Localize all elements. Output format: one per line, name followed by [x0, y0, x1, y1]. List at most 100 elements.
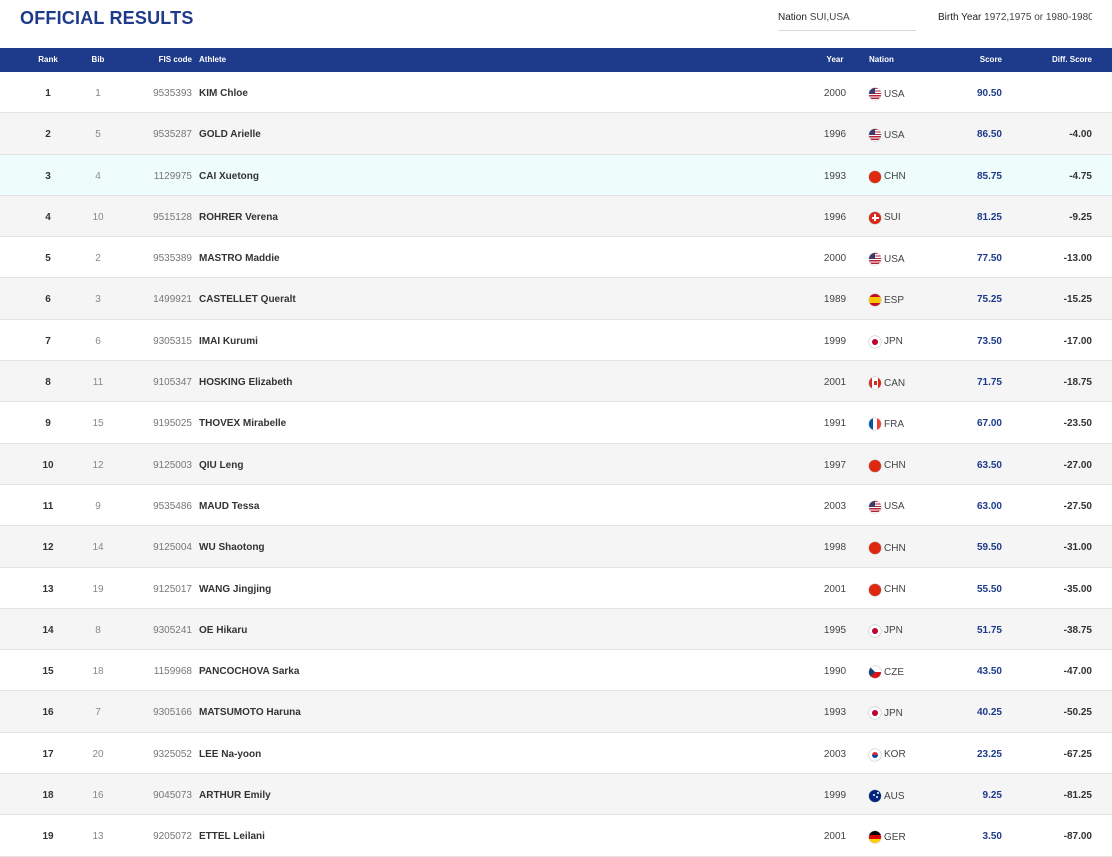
birth-year-cell: 1993: [823, 707, 847, 719]
table-row[interactable]: 5 2 9535389 MASTRO Maddie 2000 USA 77.50 -13.00: [0, 237, 1112, 279]
birth-year-filter[interactable]: Birth Year 1972,1975 or 1980-1980: [938, 12, 1092, 28]
column-header-year[interactable]: Year: [820, 55, 850, 64]
nation-code: GER: [884, 831, 906, 843]
score-cell: 81.25: [976, 211, 1002, 223]
score-cell: 51.75: [976, 624, 1002, 636]
birth-year-cell: 2000: [823, 88, 847, 99]
table-row[interactable]: 8 11 9105347 HOSKING Elizabeth 2001 CAN 71.75 -…: [0, 361, 1112, 403]
athlete-name-link[interactable]: LEE Na-yoon: [199, 749, 261, 760]
athlete-name-link[interactable]: MATSUMOTO Haruna: [199, 707, 301, 718]
athlete-name-link[interactable]: ARTHUR Emily: [199, 790, 271, 801]
birth-year-cell: 2001: [823, 583, 847, 595]
athlete-name-link[interactable]: THOVEX Mirabelle: [199, 418, 286, 429]
results-table-header: Rank Bib FIS code Athlete Year Nation Sc…: [0, 48, 1112, 72]
fis-code-cell: 9045073: [153, 790, 192, 802]
table-row[interactable]: 7 6 9305315 IMAI Kurumi 1999 JPN 73.50 -17.00: [0, 320, 1112, 362]
table-row[interactable]: 17 20 9325052 LEE Na-yoon 2003 KOR 23.25 -67.25: [0, 733, 1112, 775]
table-row[interactable]: 6 3 1499921 CASTELLET Queralt 1989 ESP 75.25 -1…: [0, 278, 1112, 320]
diff-score-cell: -15.25: [1063, 294, 1092, 306]
nation-cell: JPN: [869, 335, 903, 348]
table-row[interactable]: 1 1 9535393 KIM Chloe 2000 USA 90.50: [0, 72, 1112, 114]
nation-code: ESP: [884, 294, 905, 306]
athlete-name-link[interactable]: ROHRER Verena: [199, 212, 278, 223]
birth-year-cell: 1996: [823, 129, 847, 141]
birth-year-filter-value[interactable]: 1972,1975 or 1980-1980: [984, 12, 1092, 23]
score-cell: 86.50: [976, 129, 1002, 141]
birth-year-cell: 1997: [823, 459, 847, 471]
athlete-name-link[interactable]: MASTRO Maddie: [199, 253, 280, 264]
rank-cell: 1: [45, 88, 51, 99]
rank-cell: 17: [42, 748, 54, 760]
rank-cell: 13: [42, 583, 54, 595]
athlete-name-link[interactable]: HOSKING Elizabeth: [199, 377, 292, 388]
japan-flag-icon: [869, 707, 881, 720]
table-row[interactable]: 12 14 9125004 WU Shaotong 1998 CHN 59.50 -31.00: [0, 526, 1112, 568]
birth-year-filter-label: Birth Year: [938, 12, 982, 23]
table-row[interactable]: 19 13 9205072 ETTEL Leilani 2001 GER 3.50 -87.0…: [0, 815, 1112, 857]
table-row[interactable]: 11 9 9535486 MAUD Tessa 2003 USA 63.00 -27.50: [0, 485, 1112, 527]
nation-code: CHN: [884, 542, 906, 554]
column-header-nation[interactable]: Nation: [869, 55, 894, 64]
rank-cell: 11: [42, 500, 54, 512]
column-header-athlete[interactable]: Athlete: [199, 55, 226, 64]
table-row[interactable]: 3 4 1129975 CAI Xuetong 1993 CHN 85.75 -4.75: [0, 154, 1112, 196]
athlete-name-link[interactable]: WU Shaotong: [199, 542, 265, 553]
nation-code: USA: [884, 501, 905, 513]
athlete-name-link[interactable]: IMAI Kurumi: [199, 336, 258, 347]
table-row[interactable]: 9 15 9195025 THOVEX Mirabelle 1991 FRA 67.00 -2…: [0, 402, 1112, 444]
rank-cell: 3: [45, 170, 51, 182]
athlete-name-link[interactable]: OE Hikaru: [199, 625, 247, 636]
diff-score-cell: -81.25: [1063, 790, 1092, 802]
diff-score-cell: -27.00: [1063, 459, 1092, 471]
diff-score-cell: -17.00: [1063, 335, 1092, 347]
nation-cell: FRA: [869, 418, 904, 431]
spain-flag-icon: [869, 294, 881, 307]
nation-cell: USA: [869, 500, 905, 513]
athlete-name-link[interactable]: PANCOCHOVA Sarka: [199, 666, 299, 677]
china-flag-icon: [869, 583, 881, 596]
nation-filter-value[interactable]: SUI,USA: [810, 12, 850, 23]
china-flag-icon: [869, 542, 881, 555]
fis-code-cell: 9535393: [153, 88, 192, 99]
table-row[interactable]: 13 19 9125017 WANG Jingjing 2001 CHN 55.50 -35.…: [0, 568, 1112, 609]
column-header-score[interactable]: Score: [960, 55, 1002, 64]
diff-score-cell: -4.00: [1069, 129, 1092, 141]
birth-year-cell: 1990: [823, 666, 847, 678]
results-table-body: 1 1 9535393 KIM Chloe 2000 USA 90.50 2 5 9535287 G…: [0, 72, 1112, 857]
nation-filter[interactable]: Nation SUI,USA: [778, 12, 916, 31]
athlete-name-link[interactable]: QIU Leng: [199, 460, 243, 471]
column-header-rank[interactable]: Rank: [33, 55, 63, 64]
birth-year-cell: 2001: [823, 831, 847, 843]
athlete-name-link[interactable]: ETTEL Leilani: [199, 831, 265, 842]
athlete-name-link[interactable]: MAUD Tessa: [199, 501, 259, 512]
athlete-name-link[interactable]: CAI Xuetong: [199, 171, 259, 182]
diff-score-cell: -4.75: [1069, 170, 1092, 182]
table-row[interactable]: 14 8 9305241 OE Hikaru 1995 JPN 51.75 -38.75: [0, 608, 1112, 651]
usa-flag-icon: [869, 88, 881, 100]
nation-code: CAN: [884, 377, 906, 389]
column-header-fis-code[interactable]: FIS code: [140, 55, 192, 64]
bib-cell: 2: [95, 253, 101, 265]
birth-year-cell: 1999: [823, 335, 847, 347]
nation-code: AUS: [884, 790, 905, 802]
birth-year-cell: 1999: [823, 790, 847, 802]
table-row[interactable]: 2 5 9535287 GOLD Arielle 1996 USA 86.50 -4.00: [0, 113, 1112, 155]
table-row[interactable]: 10 12 9125003 QIU Leng 1997 CHN 63.50 -27.00: [0, 443, 1112, 485]
athlete-name-link[interactable]: GOLD Arielle: [199, 129, 261, 140]
table-row[interactable]: 18 16 9045073 ARTHUR Emily 1999 AUS 9.25 -81.25: [0, 774, 1112, 816]
bib-cell: 16: [92, 790, 104, 802]
nation-code: USA: [884, 253, 905, 265]
table-row[interactable]: 15 18 1159968 PANCOCHOVA Sarka 1990 CZE 43.50 -…: [0, 650, 1112, 692]
column-header-diff-score[interactable]: Diff. Score: [1040, 55, 1092, 64]
athlete-name-link[interactable]: WANG Jingjing: [199, 584, 271, 595]
diff-score-cell: -13.00: [1063, 253, 1092, 265]
column-header-bib[interactable]: Bib: [83, 55, 113, 64]
score-cell: 77.50: [976, 253, 1002, 265]
table-row[interactable]: 4 10 9515128 ROHRER Verena 1996 SUI 81.25 -9.25: [0, 195, 1112, 238]
athlete-name-link[interactable]: KIM Chloe: [199, 88, 248, 99]
diff-score-cell: -38.75: [1063, 624, 1092, 636]
korea-flag-icon: [869, 748, 881, 761]
athlete-name-link[interactable]: CASTELLET Queralt: [199, 294, 296, 305]
fis-code-cell: 9205072: [153, 831, 192, 843]
table-row[interactable]: 16 7 9305166 MATSUMOTO Haruna 1993 JPN 40.25 -5…: [0, 691, 1112, 733]
